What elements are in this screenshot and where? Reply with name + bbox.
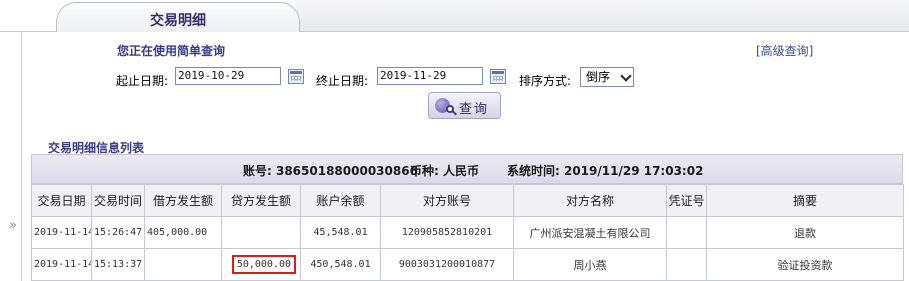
sort-order-label: 排序方式: [519,74,572,88]
cell-counterparty-name: 周小燕 [513,248,667,281]
currency: 币种: 人民币 [410,164,479,178]
chevron-down-icon [620,70,632,82]
highlighted-credit-amount: 50,000.00 [231,255,296,274]
cell-counterparty-account: 120905852810201 [380,216,514,249]
column-header[interactable]: 借方发生额 [144,184,222,217]
tab-strip-background [296,0,909,31]
column-header[interactable]: 凭证号 [666,184,707,217]
column-header[interactable]: 交易日期 [31,184,92,217]
start-date-input[interactable]: 2019-10-29 [175,67,281,85]
cell-voucher-no [666,216,707,249]
end-date-input[interactable]: 2019-11-29 [377,67,483,85]
query-button-label: 查询 [459,102,490,117]
query-panel: 您正在使用简单查询 [高级查询] 起止日期: 2019-10-29 终止日期: … [23,32,909,132]
cell-time: 15:26:47 [91,216,145,249]
cell-voucher-no [666,248,707,281]
table-row[interactable]: 2019-11-14 15:13:37 50,000.00 450,548.01… [31,248,904,281]
cell-debit [144,248,222,281]
cell-balance: 450,548.01 [300,248,381,281]
cell-counterparty-account: 9003031200010877 [380,248,514,281]
cell-time: 15:13:37 [91,248,145,281]
column-header[interactable]: 对方账号 [380,184,514,217]
account-info-bar: 账号: 38650188000030866 币种: 人民币 系统时间: 2019… [31,154,903,184]
column-header[interactable]: 账户余额 [300,184,381,217]
column-header[interactable]: 摘要 [706,184,904,217]
cell-counterparty-name: 广州派安混凝土有限公司 [513,216,667,249]
calendar-icon[interactable] [288,69,304,84]
cell-balance: 45,548.01 [300,216,381,249]
cell-summary: 验证投资款 [706,248,904,281]
sort-order-value: 倒序 [586,70,611,84]
query-button[interactable]: 查询 [428,92,501,119]
cell-debit: 405,000.00 [144,216,222,249]
cell-date: 2019-11-14 [31,216,92,249]
start-date-label: 起止日期: [116,74,169,88]
column-header[interactable]: 贷方发生额 [221,184,301,217]
table-header-row: 交易日期 交易时间 借方发生额 贷方发生额 账户余额 对方账号 对方名称 凭证号… [31,184,904,217]
tab-label: 交易明细 [150,13,206,29]
tab-strip: 交易明细 [0,0,909,32]
system-time: 系统时间: 2019/11/29 17:03:02 [507,164,704,178]
cell-summary: 退款 [706,216,904,249]
query-mode-text: 您正在使用简单查询 [117,44,226,58]
table-row[interactable]: 2019-11-14 15:26:47 405,000.00 45,548.01… [31,216,904,249]
account-number: 账号: 38650188000030866 [243,164,418,178]
transaction-table: 交易日期 交易时间 借方发生额 贷方发生额 账户余额 对方账号 对方名称 凭证号… [31,184,904,281]
tab-transaction-detail[interactable]: 交易明细 [56,2,300,32]
sort-order-select[interactable]: 倒序 [580,67,634,87]
cell-credit [221,216,301,249]
cell-credit: 50,000.00 [221,248,301,281]
end-date-label: 终止日期: [316,74,369,88]
advanced-query-link[interactable]: [高级查询] [756,42,813,59]
left-frame: » [0,32,22,281]
magnifier-handle [452,110,457,116]
calendar-icon[interactable] [490,69,506,84]
column-header[interactable]: 交易时间 [91,184,145,217]
column-header[interactable]: 对方名称 [513,184,667,217]
cell-date: 2019-11-14 [31,248,92,281]
double-chevron-right-icon[interactable]: » [9,218,17,233]
